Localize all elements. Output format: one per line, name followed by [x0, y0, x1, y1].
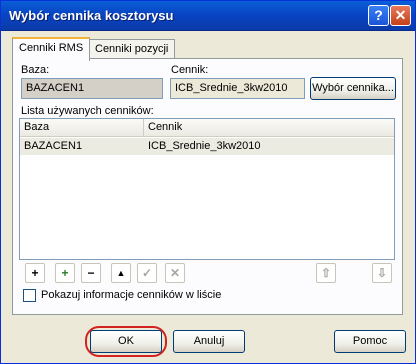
table-row[interactable]: BAZACEN1 ICB_Srednie_3kw2010 — [20, 138, 394, 155]
cancel-button[interactable]: Anuluj — [173, 330, 245, 353]
ok-button[interactable]: OK — [90, 330, 162, 353]
tab-cenniki-pozycji[interactable]: Cenniki pozycji — [88, 39, 176, 60]
tab-label: Cenniki pozycji — [95, 43, 169, 55]
baza-field: BAZACEN1 — [21, 78, 163, 99]
add-from-list-icon[interactable]: + — [55, 263, 75, 283]
window-title: Wybór cennika kosztorysu — [9, 8, 174, 23]
confirm-icon: ✓ — [137, 263, 157, 283]
table-header: Baza Cennik — [20, 119, 394, 137]
move-up-icon: ⇧ — [316, 263, 336, 283]
column-header-cennik[interactable]: Cennik — [144, 119, 394, 137]
column-header-baza[interactable]: Baza — [20, 119, 144, 137]
cennik-field: ICB_Srednie_3kw2010 — [170, 78, 305, 99]
row-baza: BAZACEN1 — [24, 140, 83, 152]
pricelist-table[interactable]: Baza Cennik BAZACEN1 ICB_Srednie_3kw2010 — [19, 118, 395, 260]
cennik-label: Cennik: — [171, 64, 209, 76]
move-down-icon: ⇩ — [372, 263, 392, 283]
close-button[interactable]: ✕ — [390, 5, 411, 26]
wybor-cennika-button[interactable]: Wybór cennika... — [310, 77, 396, 100]
list-label: Lista używanych cenników: — [21, 105, 154, 117]
row-cennik: ICB_Srednie_3kw2010 — [148, 140, 261, 152]
help-title-button[interactable]: ? — [368, 5, 389, 26]
tab-label: Cenniki RMS — [19, 42, 84, 54]
tab-cenniki-rms[interactable]: Cenniki RMS — [12, 37, 91, 61]
add-icon[interactable]: + — [25, 263, 45, 283]
collapse-up-icon[interactable]: ▲ — [111, 263, 131, 283]
show-info-checkbox[interactable] — [23, 289, 36, 302]
baza-label: Baza: — [21, 64, 50, 76]
dialog-window: Wybór cennika kosztorysu ? ✕ Cenniki RMS… — [0, 0, 416, 364]
show-info-label: Pokazuj informacje cenników w liście — [41, 289, 222, 301]
title-bar[interactable]: Wybór cennika kosztorysu ? ✕ — [1, 1, 415, 31]
help-button[interactable]: Pomoc — [334, 330, 406, 353]
remove-icon[interactable]: − — [81, 263, 101, 283]
cancel-icon: ✕ — [165, 263, 185, 283]
